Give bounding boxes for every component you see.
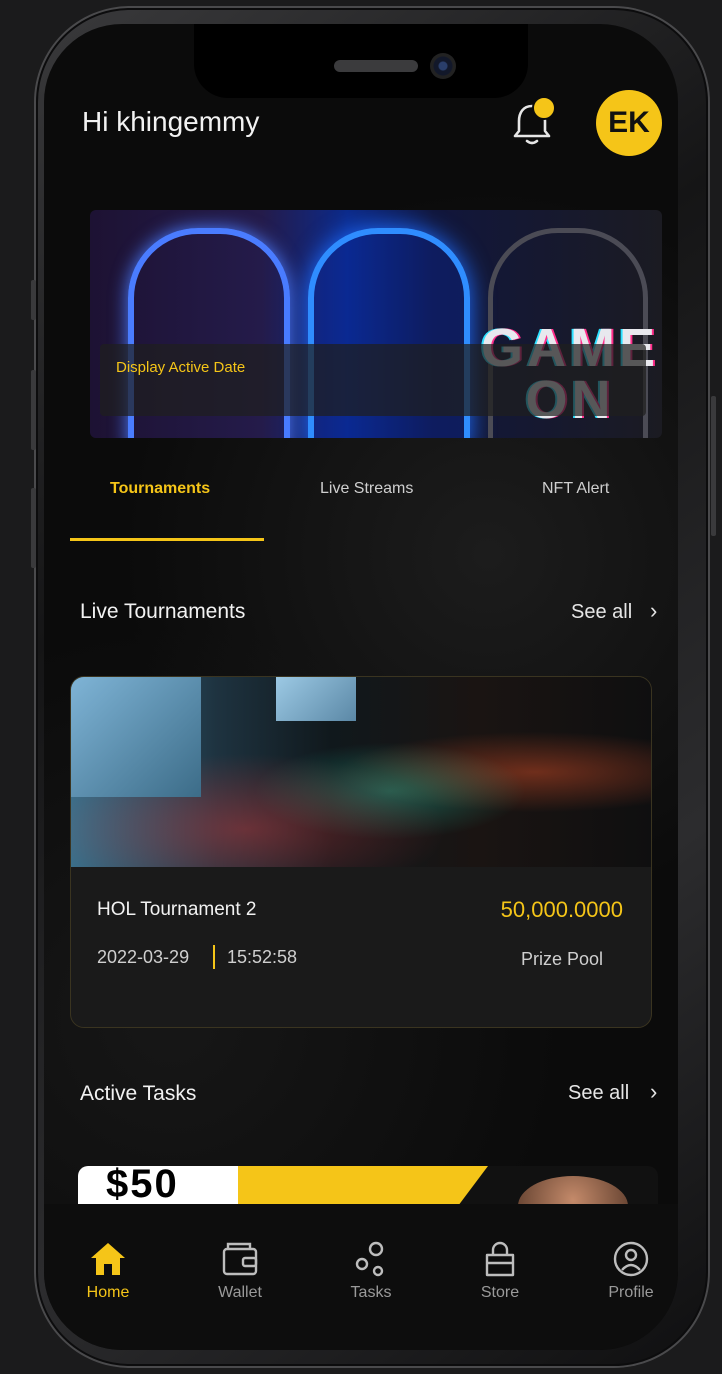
task-image — [518, 1176, 628, 1206]
tournament-name: HOL Tournament 2 — [97, 899, 257, 920]
tournament-time: 15:52:58 — [227, 947, 298, 967]
task-promo-panel: $50 — [78, 1166, 238, 1206]
active-date-label: Display Active Date — [116, 359, 246, 376]
wallet-icon — [222, 1242, 258, 1276]
avatar[interactable]: EK — [596, 90, 662, 156]
nav-label: Store — [480, 1284, 520, 1301]
see-all-tasks-link[interactable]: See all — [568, 1082, 629, 1105]
front-camera — [430, 53, 456, 79]
volume-up-button — [31, 370, 36, 450]
nav-label: Wallet — [218, 1284, 262, 1301]
mute-switch — [31, 280, 36, 320]
nav-store[interactable]: Store — [455, 1240, 545, 1302]
notification-badge — [532, 96, 556, 120]
promo-banner[interactable]: GAME ON Display Active Date — [90, 210, 662, 438]
notch — [194, 24, 528, 98]
banner-overlay: Display Active Date — [100, 344, 646, 416]
nav-tasks[interactable]: Tasks — [326, 1240, 416, 1302]
tasks-icon — [355, 1241, 384, 1277]
tab-nft-alert[interactable]: NFT Alert — [542, 480, 609, 498]
nav-wallet[interactable]: Wallet — [195, 1240, 285, 1302]
tab-bar: Tournaments Live Streams NFT Alert — [70, 480, 678, 542]
tournament-card[interactable]: HOL Tournament 2 50,000.0000 2022-03-29 … — [70, 676, 652, 1028]
see-all-tournaments-link[interactable]: See all — [571, 601, 632, 624]
home-icon — [91, 1243, 125, 1275]
nav-label: Profile — [608, 1284, 654, 1301]
tab-live-streams[interactable]: Live Streams — [320, 480, 413, 498]
store-icon — [485, 1241, 515, 1277]
app-screen: Hi khingemmy EK GAME ON Display Active D… — [44, 24, 678, 1350]
volume-down-button — [31, 488, 36, 568]
task-card[interactable]: $50 — [78, 1166, 658, 1206]
task-accent-stripe — [238, 1166, 488, 1206]
live-tournaments-title: Live Tournaments — [80, 600, 246, 623]
profile-icon — [613, 1241, 649, 1277]
speaker — [334, 60, 418, 72]
task-promo-text: $50 — [106, 1166, 179, 1206]
chevron-right-icon[interactable]: › — [650, 1079, 657, 1105]
nav-label: Home — [86, 1284, 130, 1301]
tournament-image — [71, 677, 651, 867]
nav-label: Tasks — [350, 1284, 392, 1301]
tab-tournaments[interactable]: Tournaments — [110, 480, 210, 498]
nav-profile[interactable]: Profile — [586, 1240, 676, 1302]
date-time-divider — [213, 945, 215, 969]
nav-home[interactable]: Home — [63, 1240, 153, 1302]
bottom-navigation: Home Wallet Tasks Store Profile — [44, 1204, 678, 1350]
prize-pool-label: Prize Pool — [520, 949, 603, 969]
prize-amount: 50,000.0000 — [500, 897, 623, 922]
monitor-graphic — [276, 677, 356, 721]
active-tab-indicator — [70, 538, 264, 541]
greeting-text: Hi khingemmy — [82, 106, 260, 137]
tournament-date: 2022-03-29 — [97, 947, 190, 967]
power-button — [711, 396, 716, 536]
monitor-graphic — [71, 677, 201, 797]
active-tasks-title: Active Tasks — [80, 1082, 197, 1105]
chevron-right-icon[interactable]: › — [650, 598, 657, 624]
